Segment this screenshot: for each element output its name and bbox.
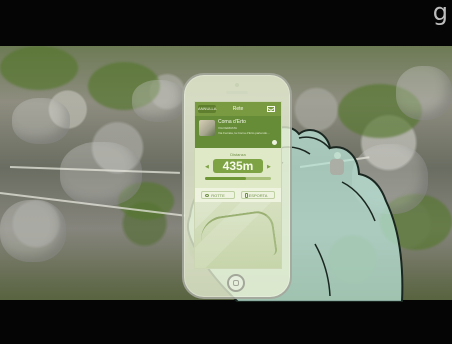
- route-name: Corna d'Erto: [218, 119, 246, 125]
- export-button[interactable]: ESPORTA: [241, 191, 275, 199]
- map-preview[interactable]: [195, 202, 281, 268]
- speaker-slot: [226, 91, 248, 94]
- moss-patch: [0, 46, 78, 90]
- left-arrow-icon[interactable]: ◀: [205, 164, 209, 170]
- distance-value: 435m: [213, 159, 263, 173]
- back-button[interactable]: ANNULLA: [198, 105, 216, 113]
- home-button[interactable]: [227, 274, 245, 292]
- app-header: ANNULLA Rete: [195, 102, 281, 116]
- action-row: ROTTE ESPORTA: [195, 188, 281, 202]
- distance-slider[interactable]: [205, 177, 271, 180]
- corner-mark: g: [432, 0, 448, 26]
- back-button-label: ANNULLA: [198, 106, 217, 111]
- distance-panel: Distanza ◀ 435m ▶: [195, 148, 281, 188]
- app-screen: ANNULLA Rete Corna d'Erto VIA FERRATA Vi…: [194, 101, 282, 269]
- distance-label: Distanza: [230, 152, 246, 157]
- route-summary-card: Corna d'Erto VIA FERRATA Via Ferrata, la…: [195, 116, 281, 148]
- rock-outcrop: [60, 142, 142, 206]
- route-button[interactable]: ROTTE: [201, 191, 235, 199]
- distance-slider-fill: [205, 177, 246, 180]
- export-button-label: ESPORTA: [248, 193, 268, 198]
- bottom-letterbox: [0, 300, 452, 344]
- route-button-label: ROTTE: [211, 193, 225, 198]
- eye-icon: [205, 194, 209, 197]
- rock-outcrop: [12, 98, 70, 144]
- home-button-icon: [233, 280, 239, 286]
- trail-line: [198, 209, 278, 265]
- mail-icon[interactable]: [267, 106, 275, 112]
- smartphone: ANNULLA Rete Corna d'Erto VIA FERRATA Vi…: [182, 73, 292, 299]
- route-description: Via Ferrata, la Corna d'Erto partendo...: [218, 131, 270, 135]
- right-arrow-icon[interactable]: ▶: [267, 164, 271, 170]
- route-type: VIA FERRATA: [218, 126, 238, 130]
- route-thumbnail: [199, 120, 215, 136]
- app-title: Rete: [232, 106, 244, 112]
- camera-icon: [235, 83, 239, 87]
- rock-outcrop: [0, 200, 66, 262]
- top-letterbox: [0, 0, 452, 46]
- info-icon[interactable]: [272, 140, 277, 145]
- video-frame: g ANNULLA Rete Corna d'Erto VIA FERRATA …: [0, 0, 452, 344]
- export-icon: [245, 193, 248, 198]
